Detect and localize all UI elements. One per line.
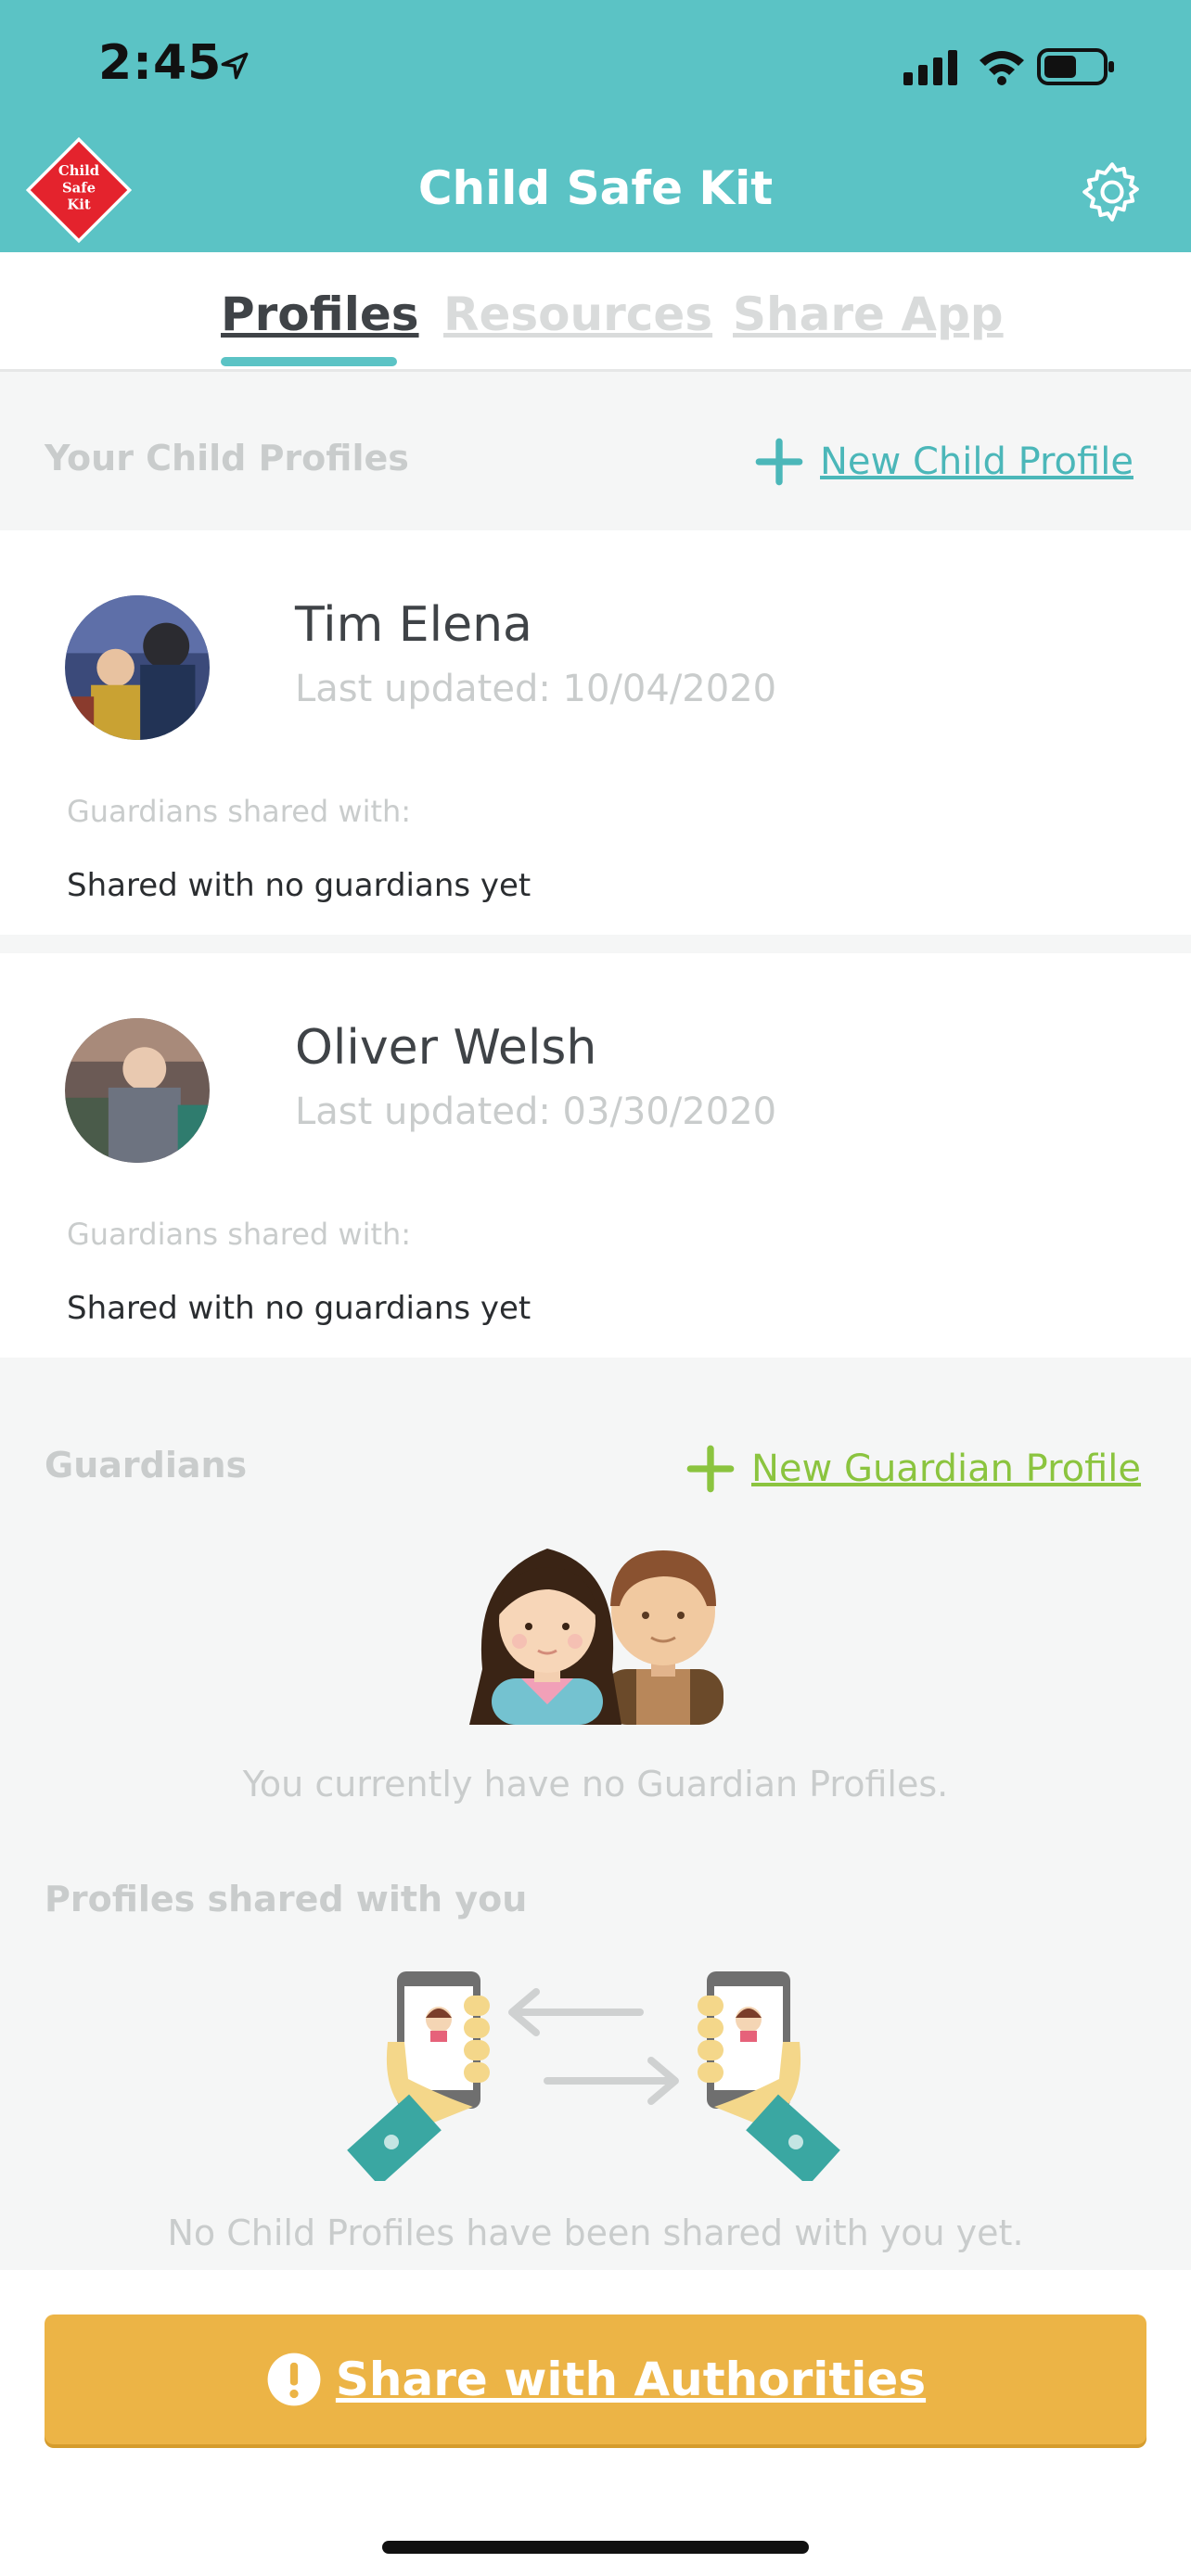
battery-icon: [1037, 48, 1114, 85]
cellular-signal-icon: [903, 50, 957, 85]
home-indicator[interactable]: [382, 2541, 809, 2554]
guardians-section-label: Guardians: [45, 1445, 248, 1486]
guardians-shared-value: Shared with no guardians yet: [67, 1290, 531, 1327]
location-arrow-icon: [221, 52, 249, 80]
tab-resources[interactable]: Resources: [443, 287, 712, 341]
child-last-updated: Last updated: 10/04/2020: [295, 668, 777, 710]
guardians-illustration: [469, 1549, 724, 1725]
child-avatar: [65, 1018, 210, 1163]
active-tab-indicator: [221, 357, 397, 366]
new-guardian-profile-button[interactable]: New Guardian Profile: [686, 1441, 1141, 1497]
wifi-icon: [980, 51, 1024, 85]
plus-icon: [686, 1445, 735, 1493]
shared-profiles-section-label: Profiles shared with you: [45, 1879, 528, 1919]
share-with-authorities-label: Share with Authorities: [335, 2353, 927, 2406]
child-name: Tim Elena: [295, 597, 532, 653]
plus-icon: [755, 438, 803, 486]
shared-empty-text: No Child Profiles have been shared with …: [167, 2213, 1024, 2253]
child-profiles-section-label: Your Child Profiles: [45, 438, 409, 478]
new-guardian-profile-label: New Guardian Profile: [751, 1447, 1142, 1490]
child-avatar: [65, 595, 210, 740]
guardians-shared-label: Guardians shared with:: [67, 794, 412, 829]
share-with-authorities-button[interactable]: Share with Authorities: [45, 2315, 1146, 2444]
child-name: Oliver Welsh: [295, 1020, 597, 1076]
share-illustration: [347, 1971, 840, 2181]
app-title: Child Safe Kit: [417, 161, 774, 215]
guardians-shared-label: Guardians shared with:: [67, 1217, 412, 1252]
tab-profiles[interactable]: Profiles: [221, 287, 419, 341]
new-child-profile-button[interactable]: New Child Profile: [755, 434, 1133, 490]
guardians-shared-value: Shared with no guardians yet: [67, 867, 531, 904]
child-last-updated: Last updated: 03/30/2020: [295, 1090, 777, 1133]
tab-share-app[interactable]: Share App: [733, 287, 1004, 341]
status-time: 2:45: [98, 35, 223, 91]
guardians-empty-text: You currently have no Guardian Profiles.: [242, 1764, 949, 1804]
alert-icon: [267, 2353, 321, 2406]
new-child-profile-label: New Child Profile: [820, 440, 1133, 483]
gear-icon[interactable]: [1080, 159, 1145, 224]
